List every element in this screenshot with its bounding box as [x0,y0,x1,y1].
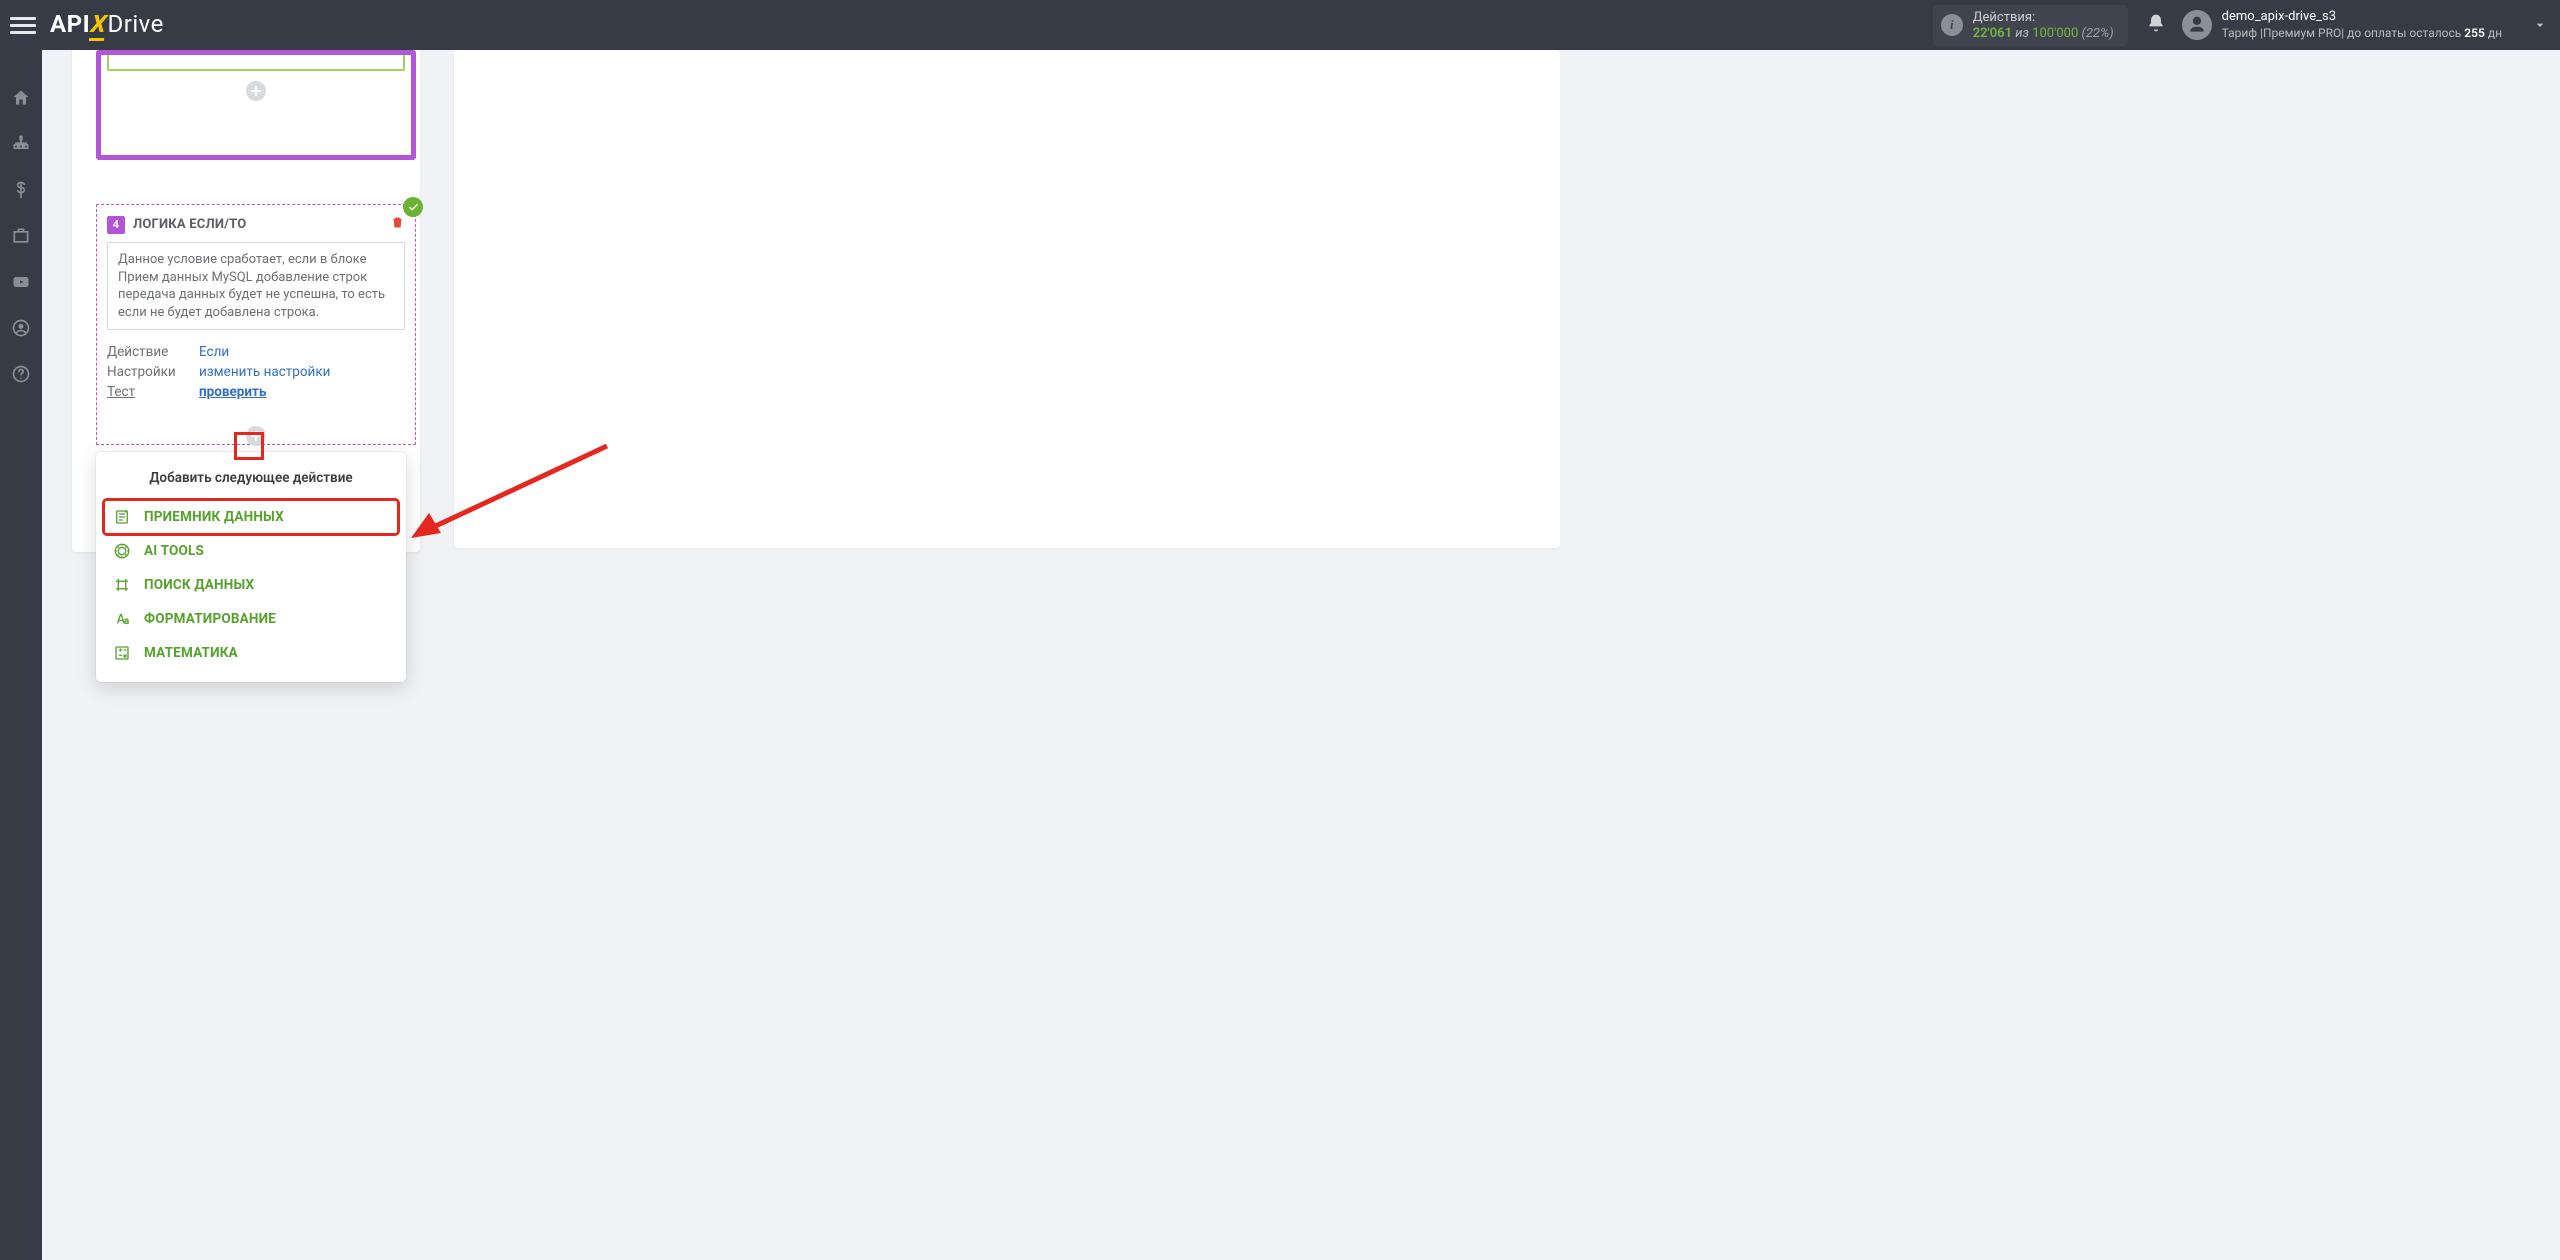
test-link[interactable]: проверить [199,384,266,400]
table-row: Действие Если [107,344,405,360]
briefcase-icon [11,226,31,246]
check-icon [408,202,419,213]
popup-title: Добавить следующее действие [104,470,398,486]
table-row: Тест проверить [121,50,391,55]
side-rail [0,50,42,1260]
rail-billing[interactable] [11,180,31,200]
chevron-down-icon [2532,17,2548,33]
popup-item-receiver[interactable]: ПРИЕМНИК ДАННЫХ [104,500,398,534]
workflow-card-logic: 4 ЛОГИКА ЕСЛИ/ТО Данное условие сработае… [96,204,416,445]
menu-toggle[interactable] [10,12,36,38]
table-row: Тест проверить [107,384,405,400]
rail-account[interactable] [11,318,31,338]
rail-help[interactable] [11,364,31,384]
change-settings-link[interactable]: изменить настройки [199,364,330,380]
popup-item-label: МАТЕМАТИКА [144,645,238,661]
add-step-inside-button[interactable] [246,426,266,446]
actions-of: из [2015,26,2029,41]
actions-label: Действия: [1973,10,2114,25]
user-menu[interactable]: demo_apix-drive_s3 Тариф |Премиум PRO| д… [2182,9,2548,40]
delete-step-button[interactable] [390,215,405,234]
row-key: Настройки [107,364,189,380]
popup-item-math[interactable]: МАТЕМАТИКА [104,636,398,670]
row-key: Тест [107,384,189,400]
popup-item-label: ПРИЕМНИК ДАННЫХ [144,509,284,525]
actions-text: Действия: 22'061 из 100'000 (22%) [1973,10,2114,41]
card-title: ЛОГИКА ЕСЛИ/ТО [133,217,246,232]
add-step-tail [97,420,415,446]
rail-connections[interactable] [11,134,31,154]
user-circle-icon [11,318,31,338]
format-icon [112,609,132,629]
actions-used: 22'061 [1973,26,2012,41]
ai-icon [112,541,132,561]
topbar: API X Drive i Действия: 22'061 из 100'00… [0,0,2560,50]
plus-icon [251,431,261,441]
bell-icon [2146,13,2166,33]
actions-pct: (22%) [2082,26,2114,41]
add-action-popup: Добавить следующее действие ПРИЕМНИК ДАН… [96,452,406,682]
card-description: Данное условие сработает, если в блоке П… [107,242,405,330]
rail-video[interactable] [11,272,31,292]
workflow-card-previous: Настройки изменить настройки Тест провер… [96,50,416,160]
status-ok-badge [403,197,423,217]
step-number: 4 [107,216,125,234]
avatar [2182,10,2212,40]
youtube-icon [11,272,31,292]
popup-item-label: AI TOOLS [144,543,204,559]
dollar-icon [11,180,31,200]
row-key: Действие [107,344,189,360]
notifications-button[interactable] [2146,13,2166,37]
trash-icon [390,215,405,230]
person-icon [2187,15,2207,35]
table-row: Настройки изменить настройки [107,364,405,380]
logo-x: X [89,10,109,41]
username: demo_apix-drive_s3 [2222,9,2502,25]
math-icon [112,643,132,663]
row-key: Тест [121,50,199,55]
workflow-card-previous-body: Настройки изменить настройки Тест провер… [107,50,405,71]
plan-suffix: дн [2485,26,2502,40]
popup-item-label: ПОИСК ДАННЫХ [144,577,254,593]
action-link[interactable]: Если [199,344,229,360]
plan-days: 255 [2464,26,2485,40]
popup-item-label: ФОРМАТИРОВАНИЕ [144,611,276,627]
popup-item-format[interactable]: ФОРМАТИРОВАНИЕ [104,602,398,636]
popup-item-search[interactable]: ПОИСК ДАННЫХ [104,568,398,602]
page: Настройки изменить настройки Тест провер… [42,50,1560,772]
search-data-icon [112,575,132,595]
popup-item-ai[interactable]: AI TOOLS [104,534,398,568]
sitemap-icon [11,134,31,154]
test-link[interactable]: проверить [209,50,276,55]
workflow-column: Настройки изменить настройки Тест провер… [72,50,432,772]
logo-drive: Drive [107,10,163,38]
plus-icon [251,86,261,96]
popup-list: ПРИЕМНИК ДАННЫХ AI TOOLS ПОИСК ДАННЫХ ФО… [104,500,398,670]
info-icon: i [1941,14,1963,36]
home-icon [11,88,31,108]
card-header: 4 ЛОГИКА ЕСЛИ/ТО [107,215,405,234]
actions-counter[interactable]: i Действия: 22'061 из 100'000 (22%) [1933,5,2128,46]
logo-api: API [50,10,90,38]
help-icon [11,364,31,384]
rail-work[interactable] [11,226,31,246]
plan-prefix: Тариф |Премиум PRO| до оплаты осталось [2222,26,2465,40]
receiver-icon [112,507,132,527]
rail-home[interactable] [11,88,31,108]
logo[interactable]: API X Drive [50,10,164,41]
add-step-inside-button[interactable] [246,81,266,101]
user-meta: demo_apix-drive_s3 Тариф |Премиум PRO| д… [2222,9,2502,40]
actions-max: 100'000 [2032,26,2078,41]
main-content-panel [454,50,1560,548]
